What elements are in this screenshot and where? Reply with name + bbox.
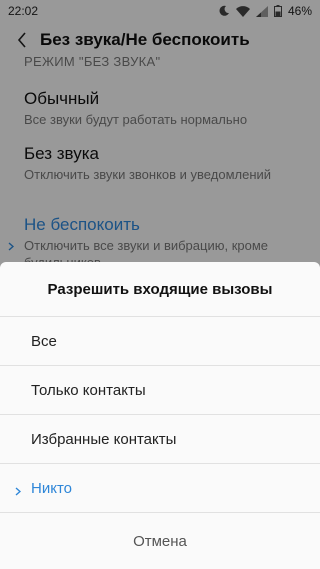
cancel-button[interactable]: Отмена <box>0 512 320 569</box>
option-contacts-only[interactable]: Только контакты <box>0 365 320 414</box>
screen: 22:02 46% Без звука/Не беспокоить РЕЖИМ … <box>0 0 320 569</box>
dialog-title: Разрешить входящие вызовы <box>47 280 273 298</box>
selected-chevron-icon <box>15 483 22 500</box>
option-label: Только контакты <box>31 381 146 399</box>
option-nobody[interactable]: Никто <box>0 463 320 512</box>
incoming-calls-dialog: Разрешить входящие вызовы Все Только кон… <box>0 262 320 569</box>
option-favorite-contacts[interactable]: Избранные контакты <box>0 414 320 463</box>
option-all[interactable]: Все <box>0 316 320 365</box>
option-label: Никто <box>31 479 72 497</box>
option-label: Избранные контакты <box>31 430 177 448</box>
option-label: Все <box>31 332 57 350</box>
